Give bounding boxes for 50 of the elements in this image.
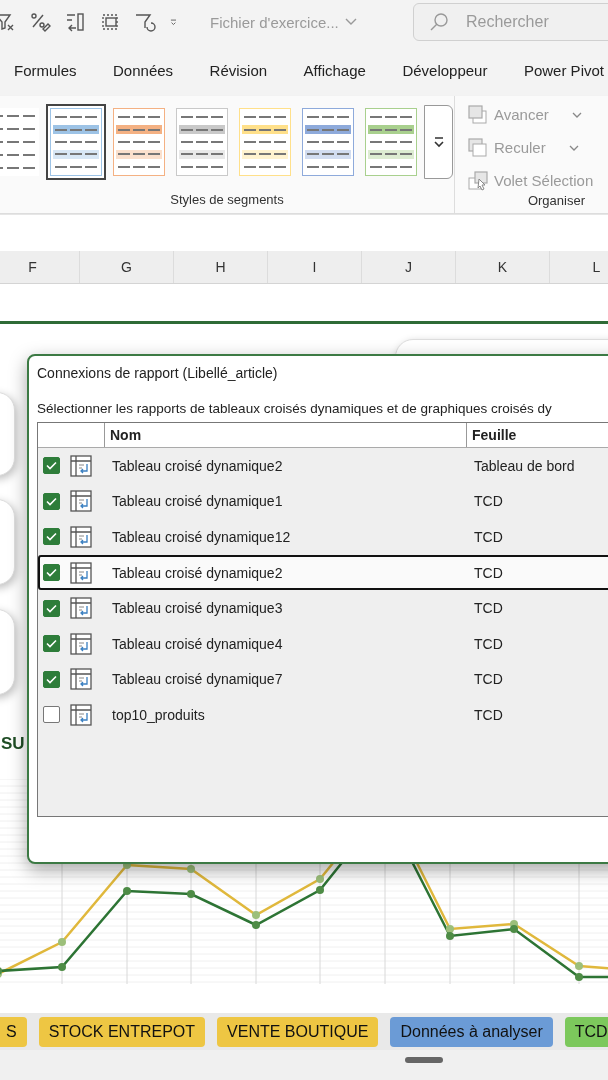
column-header[interactable]: J — [362, 251, 456, 283]
table-cell-text: TCD — [473, 493, 504, 510]
dashboard-heading: SU — [1, 734, 25, 754]
list-row[interactable]: Tableau croisé dynamique1 TCD — [38, 483, 608, 520]
column-header[interactable]: H — [174, 251, 268, 283]
column-header[interactable]: K — [456, 251, 550, 283]
table-cell-text: TCD — [473, 635, 504, 652]
ribbon-tab[interactable]: Développeur — [402, 61, 488, 79]
table-cell-text: TCD — [473, 706, 504, 723]
column-header[interactable]: I — [268, 251, 362, 283]
sheet-tab[interactable]: TCD — [564, 1016, 608, 1047]
table-cell-text: top10_produits — [111, 706, 206, 723]
ribbon-tab[interactable]: Données — [113, 61, 174, 79]
list-row[interactable]: Tableau croisé dynamique3 TCD — [38, 590, 608, 626]
table-cell-text: Tableau croisé dynamique1 — [111, 493, 284, 510]
table-cell-text: Tableau croisé dynamique2 — [111, 457, 284, 474]
table-cell-text: Tableau croisé dynamique2 — [111, 564, 284, 581]
table-cell-text: Tableau croisé dynamique12 — [111, 529, 292, 545]
sheet-tab[interactable]: STOCK ENTREPOT — [38, 1016, 206, 1047]
table-cell-text: Tableau croisé dynamique4 — [111, 635, 284, 652]
table-cell-text: TCD — [473, 671, 504, 688]
sheet-tab[interactable]: VENTE BOUTIQUE — [217, 1016, 379, 1047]
ribbon-tab[interactable]: Power Pivot — [523, 61, 604, 79]
sheet-tab[interactable]: S — [0, 1016, 27, 1047]
dialog-title: Connexions de rapport (Libellé_article) — [37, 365, 279, 381]
table-cell-text: TCD — [473, 600, 504, 617]
list-row[interactable]: Tableau croisé dynamique4 TCD — [38, 625, 608, 662]
list-row[interactable]: Tableau croisé dynamique7 TCD — [38, 661, 608, 698]
group-label: Organiser — [527, 193, 585, 208]
ribbon-tab[interactable]: Affichage — [303, 61, 366, 79]
table-cell-text: Tableau croisé dynamique3 — [111, 600, 284, 617]
ribbon-tab[interactable]: Formules — [14, 61, 77, 79]
column-header[interactable]: F — [0, 251, 80, 283]
column-header: Nom — [105, 423, 467, 447]
column-header[interactable]: L — [550, 251, 608, 283]
column-header[interactable]: G — [80, 251, 174, 283]
sheet-tab[interactable]: Données à analyser — [390, 1016, 553, 1047]
table-cell-text: TCD — [473, 564, 504, 581]
ribbon-tab[interactable]: Révision — [209, 61, 268, 79]
table-cell-text: Tableau croisé dynamique7 — [111, 671, 284, 688]
list-row[interactable]: top10_produits TCD — [38, 697, 608, 733]
column-header: Feuille — [467, 423, 608, 447]
list-row[interactable]: Tableau croisé dynamique2 TCD — [38, 554, 608, 591]
group-label: Styles de segments — [170, 192, 284, 207]
table-cell-text: Tableau de bord — [473, 457, 576, 474]
search-field[interactable]: Rechercher — [413, 3, 608, 41]
list-row[interactable]: Tableau croisé dynamique2 Tableau de bord — [38, 448, 608, 484]
list-row[interactable]: Tableau croisé dynamique12 TCD — [38, 519, 608, 555]
instruction-text: Sélectionner les rapports de tableaux croisés dynamiques et de graphiques croisés dy — [37, 401, 553, 416]
table-cell-text: TCD — [473, 529, 504, 545]
